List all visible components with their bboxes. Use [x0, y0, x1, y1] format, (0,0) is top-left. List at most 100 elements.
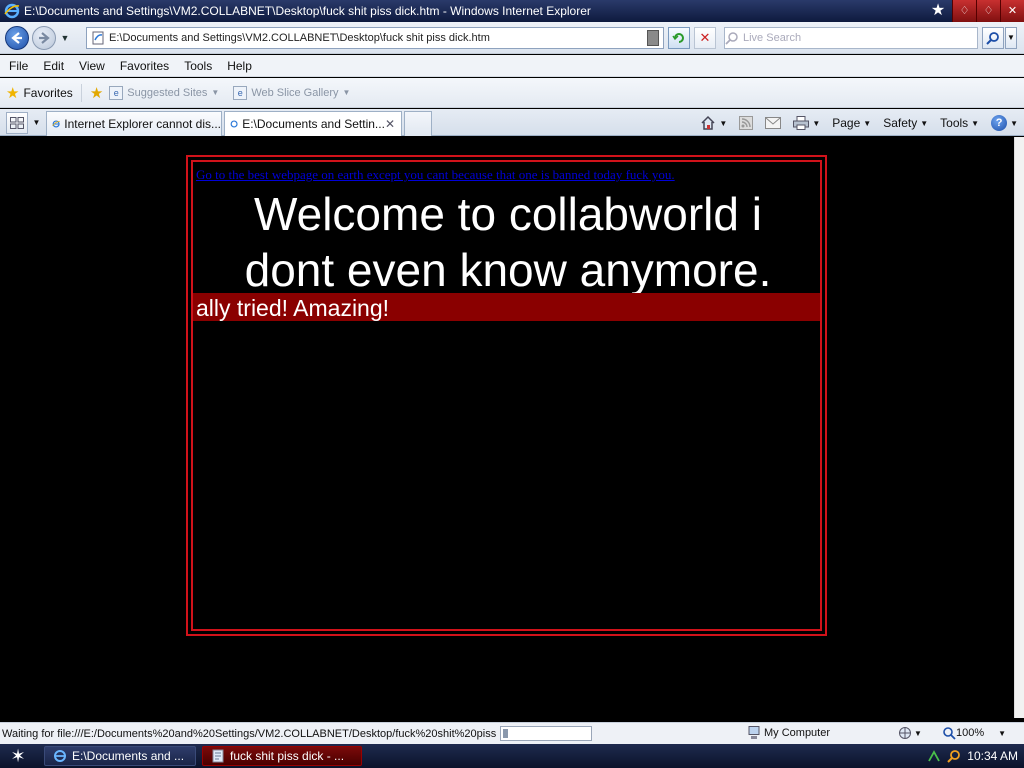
- chevron-down-icon: ▼: [342, 88, 351, 97]
- favorites-button[interactable]: ★ Favorites: [6, 84, 73, 102]
- safety-menu-button[interactable]: Safety ▼: [883, 116, 928, 130]
- marquee-text: ally tried! Amazing!: [196, 295, 390, 321]
- page-menu-button[interactable]: Page ▼: [832, 116, 871, 130]
- chevron-down-icon: ▼: [719, 118, 728, 128]
- recent-pages-dropdown[interactable]: ▼: [59, 33, 71, 43]
- page-menu-label: Page: [832, 116, 861, 130]
- page-heading: Welcome to collabworld i dont even know …: [244, 188, 772, 296]
- menu-favorites[interactable]: Favorites: [114, 59, 175, 73]
- page-link[interactable]: Go to the best webpage on earth except y…: [196, 167, 675, 183]
- taskbar-item-notepad[interactable]: fuck shit piss dick - ...: [202, 746, 362, 766]
- address-toolbar: ▼ E:\Documents and Settings\VM2.COLLABNE…: [0, 22, 1024, 54]
- tab-list-dropdown[interactable]: ▼: [30, 112, 43, 134]
- outer-red-frame: Go to the best webpage on earth except y…: [186, 155, 827, 636]
- tab-label: Internet Explorer cannot dis...: [64, 117, 221, 131]
- chevron-down-icon: ▼: [1010, 118, 1018, 128]
- taskbar-item-label: E:\Documents and ...: [72, 749, 185, 763]
- search-input[interactable]: Live Search: [724, 27, 978, 49]
- favorites-item-suggested-sites[interactable]: e Suggested Sites ▼: [109, 85, 219, 100]
- chevron-down-icon: ▼: [863, 118, 872, 128]
- arrow-left-icon: [11, 31, 22, 44]
- read-mail-button[interactable]: [765, 117, 782, 129]
- internet-explorer-icon: [52, 120, 60, 128]
- scrolling-marquee: ally tried! Amazing!: [193, 293, 820, 321]
- help-menu-button[interactable]: ? ▼: [991, 115, 1018, 131]
- stop-button[interactable]: ✕: [694, 27, 716, 49]
- new-tab-button[interactable]: [404, 111, 432, 136]
- favorites-item-label: Web Slice Gallery: [251, 86, 339, 99]
- menu-file[interactable]: File: [3, 59, 34, 73]
- search-placeholder: Live Search: [743, 32, 802, 44]
- home-button[interactable]: ▼: [700, 115, 727, 131]
- quick-tabs-button[interactable]: [6, 112, 28, 134]
- mail-icon: [765, 117, 782, 129]
- search-icon: [986, 32, 999, 45]
- page-viewport[interactable]: Go to the best webpage on earth except y…: [2, 140, 1014, 718]
- minimize-button[interactable]: ♢: [952, 0, 976, 22]
- tools-menu-button[interactable]: Tools ▼: [940, 116, 979, 130]
- search-tray-icon[interactable]: [947, 749, 961, 763]
- refresh-icon: [672, 33, 684, 43]
- favorites-bar: ★ Favorites ★ e Suggested Sites ▼ e Web …: [0, 78, 1024, 108]
- menu-bar: File Edit View Favorites Tools Help: [0, 55, 1024, 77]
- home-icon: [701, 115, 715, 130]
- internet-explorer-icon: [4, 3, 20, 19]
- help-icon: ?: [991, 115, 1008, 131]
- address-url: E:\Documents and Settings\VM2.COLLABNET\…: [109, 32, 490, 44]
- add-to-favorites-bar-icon[interactable]: ★: [90, 84, 103, 102]
- forward-button[interactable]: [32, 25, 56, 50]
- window-title-bar[interactable]: E:\Documents and Settings\VM2.COLLABNET\…: [0, 0, 1024, 22]
- menu-view[interactable]: View: [73, 59, 111, 73]
- network-icon[interactable]: [927, 749, 941, 763]
- menu-edit[interactable]: Edit: [37, 59, 70, 73]
- favorites-divider: [80, 83, 82, 102]
- window-title: E:\Documents and Settings\VM2.COLLABNET\…: [24, 4, 591, 18]
- search-options-dropdown[interactable]: ▼: [1005, 27, 1017, 49]
- page-icon: [92, 31, 104, 45]
- favorites-item-web-slice-gallery[interactable]: e Web Slice Gallery ▼: [233, 85, 351, 100]
- safety-menu-label: Safety: [883, 116, 918, 130]
- maximize-button[interactable]: ♢: [976, 0, 1000, 22]
- printer-icon: [793, 116, 810, 130]
- computer-icon: [748, 726, 760, 739]
- tab-ie-cannot-display[interactable]: Internet Explorer cannot dis...: [46, 111, 222, 136]
- start-button[interactable]: ✶: [0, 744, 36, 768]
- taskbar-item-ie[interactable]: E:\Documents and ...: [44, 746, 196, 766]
- command-bar: ▼ ▼ Page ▼ Safety ▼ Tools ▼ ? ▼: [688, 111, 1018, 135]
- address-field[interactable]: E:\Documents and Settings\VM2.COLLABNET\…: [86, 27, 664, 49]
- zoom-level-button[interactable]: 100% ▼: [942, 726, 1006, 740]
- tab-bar: ▼ Internet Explorer cannot dis... E:\Doc…: [0, 109, 1024, 136]
- chevron-down-icon: ▼: [914, 728, 922, 738]
- feeds-button[interactable]: [739, 116, 754, 130]
- taskbar: ✶ E:\Documents and ... fuck shit piss di…: [0, 744, 1024, 768]
- close-button[interactable]: ✕: [1000, 0, 1024, 22]
- favorites-item-label: Suggested Sites: [127, 86, 208, 99]
- status-text: Waiting for file:///E:/Documents%20and%2…: [2, 727, 496, 740]
- protected-mode-button[interactable]: ▼: [898, 726, 922, 740]
- web-page-icon: e: [109, 85, 124, 100]
- refresh-button[interactable]: [668, 27, 690, 49]
- clock: 10:34 AM: [967, 749, 1018, 763]
- print-button[interactable]: ▼: [793, 116, 820, 130]
- menu-help[interactable]: Help: [221, 59, 258, 73]
- chevron-down-icon: ▼: [920, 118, 929, 128]
- security-zone[interactable]: My Computer: [748, 726, 830, 740]
- status-bar: Waiting for file:///E:/Documents%20and%2…: [0, 722, 1024, 744]
- chevron-down-icon: ▼: [812, 118, 821, 128]
- compatibility-view-icon[interactable]: [647, 30, 659, 46]
- zone-label: My Computer: [764, 727, 831, 739]
- inner-red-frame: Go to the best webpage on earth except y…: [191, 160, 822, 631]
- loading-icon: [230, 120, 238, 128]
- search-provider-icon: [725, 32, 738, 45]
- menu-tools[interactable]: Tools: [178, 59, 218, 73]
- zoom-icon: [943, 727, 956, 740]
- tab-label: E:\Documents and Settin...: [242, 117, 385, 131]
- search-button[interactable]: [982, 27, 1004, 49]
- tab-local-file[interactable]: E:\Documents and Settin... ✕: [224, 111, 402, 136]
- globe-icon: [899, 727, 911, 739]
- vertical-scrollbar[interactable]: [1014, 137, 1024, 718]
- back-button[interactable]: [5, 25, 29, 50]
- feed-icon: [739, 116, 754, 130]
- tools-menu-label: Tools: [940, 116, 969, 130]
- close-tab-icon[interactable]: ✕: [385, 117, 395, 131]
